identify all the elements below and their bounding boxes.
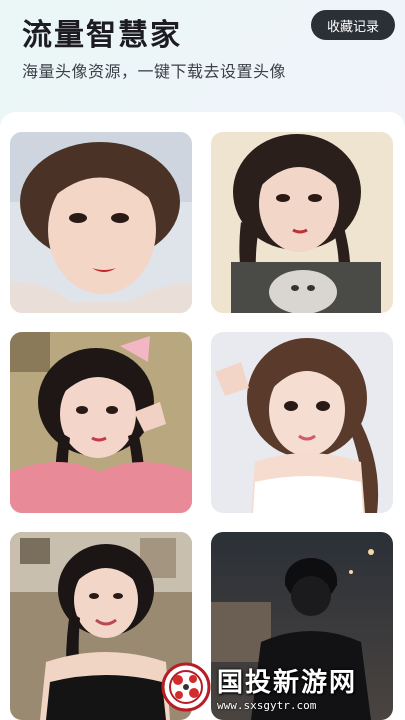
watermark: 国投新游网 www.sxsgytr.com xyxy=(155,654,405,720)
avatar-image xyxy=(211,132,393,313)
page-subtitle: 海量头像资源，一键下载去设置头像 xyxy=(22,62,287,81)
avatar-card-2[interactable] xyxy=(211,132,393,313)
page-title: 流量智慧家 xyxy=(22,18,182,53)
avatar-image xyxy=(10,332,192,513)
watermark-url: www.sxsgytr.com xyxy=(217,699,317,712)
avatar-image xyxy=(10,132,192,313)
watermark-logo-icon xyxy=(161,662,211,712)
watermark-name: 国投新游网 xyxy=(217,668,358,698)
avatar-image xyxy=(211,332,393,513)
avatar-card-3[interactable] xyxy=(10,332,192,513)
avatar-card-4[interactable] xyxy=(211,332,393,513)
avatar-card-1[interactable] xyxy=(10,132,192,313)
avatar-gallery xyxy=(0,112,405,720)
app-header: 流量智慧家 收藏记录 海量头像资源，一键下载去设置头像 xyxy=(0,0,405,112)
favorites-button[interactable]: 收藏记录 xyxy=(311,10,395,40)
